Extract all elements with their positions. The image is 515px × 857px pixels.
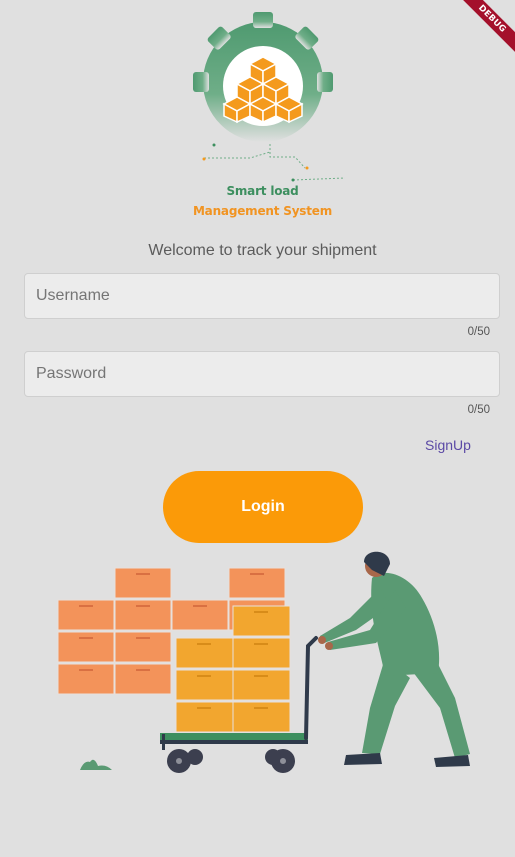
login-screen: DEBUG Smart load Management System Welco… xyxy=(0,0,515,857)
signup-link[interactable]: SignUp xyxy=(425,437,471,453)
password-field-container xyxy=(24,351,500,397)
login-button[interactable]: Login xyxy=(163,471,363,543)
welcome-text: Welcome to track your shipment xyxy=(148,242,377,259)
debug-label: DEBUG xyxy=(455,0,515,56)
debug-banner: DEBUG xyxy=(455,0,515,60)
password-input[interactable] xyxy=(25,352,499,396)
logo-title-line1: Smart load xyxy=(226,184,299,198)
username-char-counter: 0/50 xyxy=(467,326,490,338)
password-char-counter: 0/50 xyxy=(467,404,490,416)
username-field-container xyxy=(24,273,500,319)
logo-title-line2: Management System xyxy=(192,204,333,218)
man-pushing-cart-illustration xyxy=(57,551,470,773)
username-input[interactable] xyxy=(25,274,499,318)
